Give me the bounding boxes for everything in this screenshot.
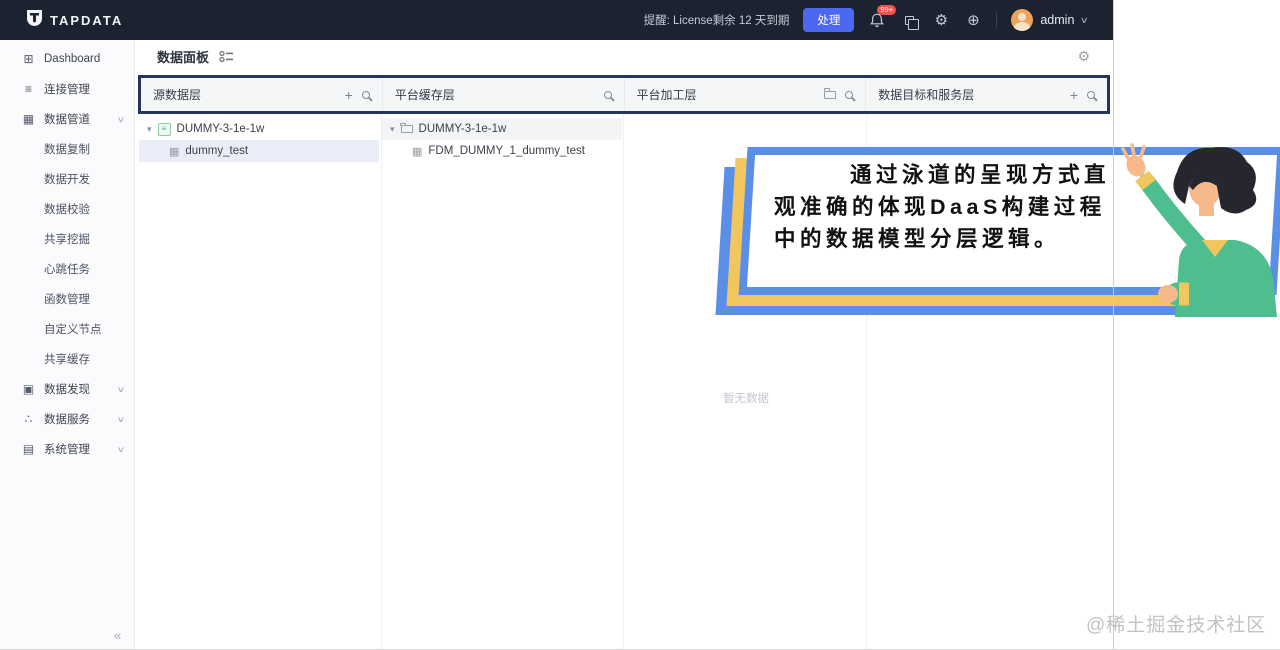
sidebar-item-system-management[interactable]: ▤ 系统管理 ∨ xyxy=(0,434,134,464)
lane-header-cache[interactable]: 平台缓存层 xyxy=(383,78,625,111)
top-bar: TAPDATA 提醒: License剩余 12 天到期 处理 99+ ⚙ ⊕ … xyxy=(0,0,1114,40)
table-icon: ▦ xyxy=(412,145,423,158)
topbar-divider xyxy=(996,12,998,28)
folder-icon xyxy=(400,122,413,133)
sidebar-item-data-validation[interactable]: 数据校验 xyxy=(0,194,134,224)
swimlane-header-row: 源数据层 + 平台缓存层 平台加工层 数据目标和服务层 + xyxy=(141,78,1107,111)
logo-text: TAPDATA xyxy=(50,12,124,28)
sidebar-item-shared-cache[interactable]: 共享缓存 xyxy=(0,344,134,374)
chevron-down-icon: ∨ xyxy=(116,444,126,454)
dashboard-icon: ⊞ xyxy=(23,52,34,66)
tree-node-label: FDM_DUMMY_1_dummy_test xyxy=(428,145,585,157)
tree-node-label: DUMMY-3-1e-1w xyxy=(418,123,507,135)
system-icon: ▤ xyxy=(22,442,35,456)
notification-bell-icon[interactable]: 99+ xyxy=(868,5,897,29)
sidebar: ⊞ Dashboard ≡ 连接管理 ▦ 数据管道 ∨ 数据复制 数据开发 数据… xyxy=(0,40,135,649)
sidebar-item-data-discovery[interactable]: ▣ 数据发现 ∨ xyxy=(0,374,134,404)
empty-state-text: 暂无数据 xyxy=(723,393,769,405)
add-icon[interactable]: + xyxy=(1070,88,1078,102)
license-action-button[interactable]: 处理 xyxy=(803,8,855,32)
search-icon[interactable] xyxy=(845,90,854,99)
lane-title: 平台缓存层 xyxy=(394,88,455,102)
language-globe-icon[interactable]: ⊕ xyxy=(964,11,982,29)
tree-node-table[interactable]: ▦ FDM_DUMMY_1_dummy_test xyxy=(382,140,622,162)
sidebar-item-connections[interactable]: ≡ 连接管理 xyxy=(0,74,134,104)
app-edge-line xyxy=(1113,0,1114,649)
sidebar-item-data-services[interactable]: ∴ 数据服务 ∨ xyxy=(0,404,134,434)
sidebar-item-dashboard[interactable]: ⊞ Dashboard xyxy=(0,44,134,74)
lane-title: 数据目标和服务层 xyxy=(878,88,975,102)
lane-title: 平台加工层 xyxy=(636,88,697,102)
caret-down-icon: ▾ xyxy=(147,123,152,134)
tree-node-folder[interactable]: ▾ DUMMY-3-1e-1w xyxy=(382,118,622,140)
tapdata-shield-icon xyxy=(26,9,43,32)
page-header: 数据面板 ⚙ xyxy=(135,40,1114,73)
chevron-down-icon: ∨ xyxy=(116,384,126,394)
folder-icon[interactable] xyxy=(823,88,837,99)
main-content: 数据面板 ⚙ 源数据层 + 平台缓存层 平台加工层 数据目标和服务层 + ▾ ≡… xyxy=(135,40,1114,649)
lane-divider xyxy=(623,114,624,649)
sidebar-collapse-icon[interactable]: « xyxy=(114,628,121,643)
search-icon[interactable] xyxy=(1087,90,1095,99)
lane-source-tree: ▾ ≡ DUMMY-3-1e-1w ▦ dummy_test xyxy=(139,118,379,162)
search-icon[interactable] xyxy=(361,90,370,99)
screenshot-root: TAPDATA 提醒: License剩余 12 天到期 处理 99+ ⚙ ⊕ … xyxy=(0,0,1280,650)
add-icon[interactable]: + xyxy=(345,88,353,102)
watermark-text: @稀土掘金技术社区 xyxy=(1086,615,1267,636)
discovery-icon: ▣ xyxy=(22,382,35,396)
tree-node-label: DUMMY-3-1e-1w xyxy=(176,123,265,135)
settings-gear-icon[interactable]: ⚙ xyxy=(932,11,950,29)
panel-layout-icon[interactable] xyxy=(219,50,234,63)
chevron-down-icon: ∨ xyxy=(116,414,126,424)
user-chevron-down-icon: ∨ xyxy=(1080,14,1090,25)
sidebar-item-custom-nodes[interactable]: 自定义节点 xyxy=(0,314,134,344)
lane-header-processing[interactable]: 平台加工层 xyxy=(625,78,867,111)
tree-node-table-selected[interactable]: ▦ dummy_test xyxy=(139,140,379,162)
user-menu[interactable]: admin ∨ xyxy=(1011,9,1090,31)
sidebar-item-data-development[interactable]: 数据开发 xyxy=(0,164,134,194)
tree-node-label: dummy_test xyxy=(185,145,249,157)
sidebar-item-label: 连接管理 xyxy=(44,84,90,96)
sidebar-item-function-management[interactable]: 函数管理 xyxy=(0,284,134,314)
lane-divider xyxy=(381,114,382,649)
pipeline-icon: ▦ xyxy=(22,112,35,126)
workspace-switch-icon[interactable] xyxy=(900,11,920,30)
sidebar-item-data-replication[interactable]: 数据复制 xyxy=(0,134,134,164)
mascot-illustration xyxy=(1115,142,1280,322)
sidebar-item-label: 数据管道 xyxy=(44,114,90,126)
user-avatar xyxy=(1011,9,1034,31)
caret-down-icon: ▾ xyxy=(390,123,395,134)
chevron-down-icon: ∨ xyxy=(116,114,126,124)
search-icon[interactable] xyxy=(603,90,612,99)
table-icon: ▦ xyxy=(169,145,180,158)
tree-node-connection[interactable]: ▾ ≡ DUMMY-3-1e-1w xyxy=(139,118,379,140)
sidebar-item-pipelines[interactable]: ▦ 数据管道 ∨ xyxy=(0,104,134,134)
callout-text: 通过泳道的呈现方式直观准确的体现DaaS构建过程中的数据模型分层逻辑。 xyxy=(774,163,1111,251)
lane-header-source[interactable]: 源数据层 + xyxy=(141,78,383,111)
lane-cache-tree: ▾ DUMMY-3-1e-1w ▦ FDM_DUMMY_1_dummy_test xyxy=(382,118,622,162)
license-reminder-text: 提醒: License剩余 12 天到期 xyxy=(643,15,790,27)
lane-title: 源数据层 xyxy=(153,88,202,102)
page-title: 数据面板 xyxy=(157,50,210,65)
sidebar-item-label: Dashboard xyxy=(44,53,101,65)
sidebar-item-heartbeat-tasks[interactable]: 心跳任务 xyxy=(0,254,134,284)
notification-badge: 99+ xyxy=(877,5,897,15)
panel-settings-gear-icon[interactable]: ⚙ xyxy=(1077,48,1090,65)
connections-icon: ≡ xyxy=(24,82,32,96)
sidebar-item-shared-mining[interactable]: 共享挖掘 xyxy=(0,224,134,254)
source-connection-icon: ≡ xyxy=(157,122,171,136)
username-label: admin xyxy=(1040,13,1075,27)
app-logo[interactable]: TAPDATA xyxy=(0,9,123,32)
services-icon: ∴ xyxy=(24,412,33,426)
lane-header-targets[interactable]: 数据目标和服务层 + xyxy=(866,78,1107,111)
